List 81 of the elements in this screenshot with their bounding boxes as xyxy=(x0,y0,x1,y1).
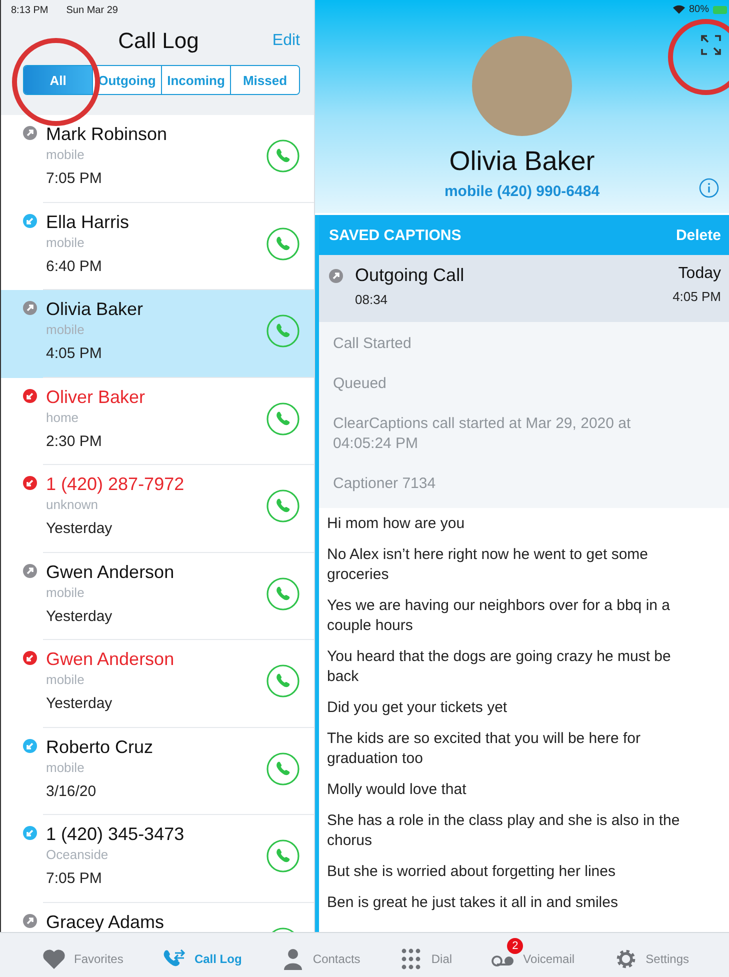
phone-type: unknown xyxy=(46,497,100,512)
contact-phone[interactable]: mobile (420) 990-6484 xyxy=(444,183,600,200)
phone-call-icon[interactable] xyxy=(266,489,300,523)
call-type-label: Outgoing Call xyxy=(355,265,466,286)
phone-call-icon[interactable] xyxy=(266,402,300,436)
filter-tab[interactable]: All xyxy=(24,66,92,94)
caller-name: Gwen Anderson xyxy=(46,560,176,582)
call-event-text: Captioner 7134 xyxy=(333,474,437,494)
phone-call-icon[interactable] xyxy=(266,314,300,348)
tab-bar-item[interactable]: Contacts xyxy=(280,936,370,974)
caption-text: Molly would love that xyxy=(327,780,468,800)
caller-name: Gracey Adams xyxy=(46,910,166,932)
caption-text: No Alex isn’t here right now he went to get some groceries xyxy=(327,545,650,585)
caption-text: Did you get your tickets yet xyxy=(327,698,508,718)
call-time: 4:05 PM xyxy=(672,289,721,304)
call-time: Yesterday xyxy=(46,695,114,712)
phone-type: mobile xyxy=(46,760,86,774)
caption-text: Ben is great he just takes it all in and smiles xyxy=(327,893,619,913)
filter-tab[interactable]: Outgoing xyxy=(92,66,161,94)
phone-call-icon[interactable] xyxy=(266,752,300,786)
phone-type: Oceanside xyxy=(46,847,110,862)
call-event-text: ClearCaptions call started at Mar 29, 2020 at 04:05:24 PM xyxy=(333,414,632,454)
call-time: 6:40 PM xyxy=(46,258,103,274)
call-duration: 08:34 xyxy=(355,292,389,307)
contact-name: Olivia Baker xyxy=(449,146,595,177)
call-event-text: Call Started xyxy=(333,334,412,354)
phone-type: home xyxy=(46,410,80,424)
phone-type: mobile xyxy=(46,147,86,162)
caption-text: Hi mom how are you xyxy=(327,514,466,534)
info-icon[interactable] xyxy=(699,178,719,198)
phone-type: mobile xyxy=(46,234,86,250)
status-date: Sun Mar 29 xyxy=(66,5,118,18)
caption-text: She has a role in the class play and she is also in the chorus xyxy=(327,811,681,851)
status-time: 8:13 PM xyxy=(11,5,48,18)
call-time: Yesterday xyxy=(46,608,114,624)
edit-link[interactable]: Edit xyxy=(272,32,300,50)
tab-bar-item[interactable]: Call Log xyxy=(162,936,252,974)
phone-call-icon[interactable] xyxy=(266,576,300,610)
caller-name: Ella Harris xyxy=(46,210,130,232)
filter-tab[interactable]: Incoming xyxy=(161,66,230,94)
caption-text: The kids are so excited that you will be here for graduation too xyxy=(327,729,642,769)
phone-type: mobile xyxy=(46,672,86,687)
phone-call-icon[interactable] xyxy=(266,664,300,698)
caption-text: You heard that the dogs are going crazy he must be back xyxy=(327,647,672,687)
caller-name: Olivia Baker xyxy=(46,298,144,320)
filter-tab[interactable]: Missed xyxy=(230,66,299,94)
caller-name: Mark Robinson xyxy=(46,123,168,145)
phone-type: mobile xyxy=(46,322,86,337)
tab-bar-item[interactable]: Favorites xyxy=(42,936,134,974)
caller-name: Roberto Cruz xyxy=(46,736,154,758)
call-event-text: Queued xyxy=(333,374,388,394)
caller-name: Gwen Anderson xyxy=(46,648,176,670)
caption-text: Yes we are having our neighbors over for a bbq in a couple hours xyxy=(327,596,672,636)
fullscreen-icon[interactable] xyxy=(701,35,721,55)
caller-name: 1 (420) 345-3473 xyxy=(46,823,186,845)
call-time: Yesterday xyxy=(46,520,114,537)
call-time: 4:05 PM xyxy=(46,345,103,362)
call-log-title: Call Log xyxy=(118,28,199,54)
notification-badge: 2 xyxy=(507,938,524,954)
caller-name: 1 (420) 287-7972 xyxy=(46,473,186,495)
wifi-icon xyxy=(672,5,685,14)
call-day: Today xyxy=(672,265,721,283)
tab-bar-item[interactable]: Settings xyxy=(614,936,699,974)
phone-call-icon[interactable] xyxy=(266,139,300,173)
caption-text: But she is worried about forgetting her lines xyxy=(327,862,616,882)
call-time: 7:05 PM xyxy=(46,170,103,187)
call-row[interactable]: Olivia Baker mobile 4:05 PM xyxy=(1,290,314,378)
heart-icon xyxy=(42,948,66,970)
phone-type: mobile xyxy=(46,584,86,600)
phone-call-icon[interactable] xyxy=(266,839,300,873)
call-time: 7:05 PM xyxy=(46,870,103,887)
tab-bar-item[interactable]: Dial xyxy=(399,936,462,974)
battery-percent: 80% xyxy=(688,4,709,15)
call-time: 3/16/20 xyxy=(46,782,98,800)
battery-icon xyxy=(713,6,727,14)
caller-name: Oliver Baker xyxy=(46,386,146,408)
saved-captions-title: SAVED CAPTIONS xyxy=(329,226,462,244)
tab-bar-item[interactable]: 2 Voicemail xyxy=(491,936,585,974)
phone-call-icon[interactable] xyxy=(266,226,300,260)
delete-link[interactable]: Delete xyxy=(676,226,721,244)
call-time: 2:30 PM xyxy=(46,432,103,450)
